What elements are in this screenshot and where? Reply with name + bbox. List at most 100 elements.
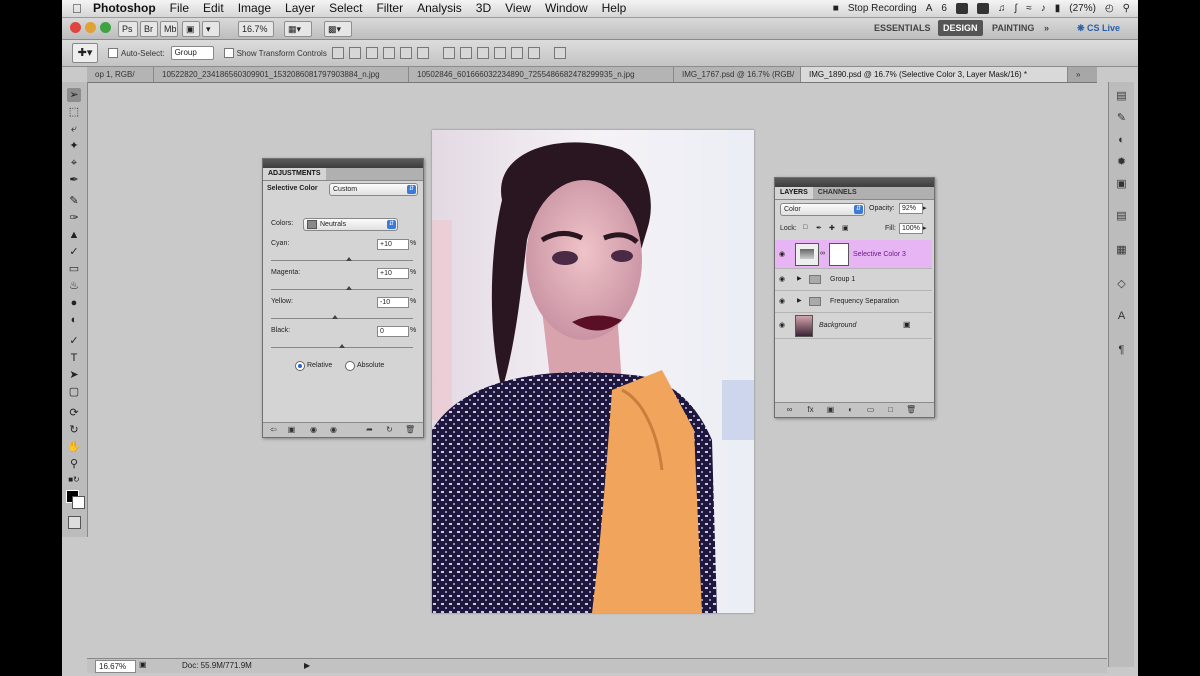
- layers-panel-titlebar[interactable]: [775, 178, 934, 187]
- wifi-icon[interactable]: ≈: [1026, 3, 1032, 14]
- clip-to-layer-icon[interactable]: ◉: [309, 425, 318, 434]
- return-to-list-icon[interactable]: ⇦: [269, 425, 278, 434]
- relative-radio[interactable]: [295, 361, 305, 371]
- zoom-input[interactable]: 16.67%: [95, 660, 136, 673]
- delete-adjustment-icon[interactable]: 🗑: [405, 425, 415, 434]
- lasso-tool-icon[interactable]: ⤶: [67, 122, 81, 136]
- align-top-icon[interactable]: [331, 47, 344, 59]
- blend-mode-dropdown[interactable]: Color ⇵: [780, 203, 865, 216]
- layer-row-background[interactable]: ◉ Background ▣: [775, 312, 932, 339]
- magenta-slider[interactable]: [271, 286, 413, 290]
- distribute-vcenter-icon[interactable]: [459, 47, 472, 59]
- menu-analysis[interactable]: Analysis: [410, 0, 469, 17]
- yellow-input[interactable]: -10: [377, 297, 409, 308]
- black-slider[interactable]: [271, 344, 413, 348]
- new-group-icon[interactable]: ▭: [866, 405, 875, 414]
- brush-tool-icon[interactable]: ✑: [67, 211, 81, 225]
- workspace-essentials[interactable]: ESSENTIALS: [869, 20, 936, 36]
- adjustments-icon[interactable]: ◐: [1115, 134, 1128, 147]
- rectangle-tool-icon[interactable]: ▢: [67, 385, 81, 399]
- cyan-input[interactable]: +10: [377, 239, 409, 250]
- eye-icon[interactable]: ◉: [779, 321, 785, 329]
- cs-live-button[interactable]: ❋ CS Live: [1072, 20, 1125, 36]
- 3d-orbit-tool-icon[interactable]: ↻: [67, 423, 81, 437]
- add-mask-icon[interactable]: ▣: [826, 405, 835, 414]
- adjustments-panel-titlebar[interactable]: [263, 159, 423, 168]
- preset-dropdown[interactable]: Custom ⇵: [329, 183, 418, 196]
- menu-window[interactable]: Window: [538, 0, 595, 17]
- doc-tab-3[interactable]: 10502846_601666032234890_725548668247829…: [409, 67, 674, 82]
- adobe-notification-icon[interactable]: A: [926, 3, 933, 14]
- dodge-tool-icon[interactable]: ◐: [67, 313, 81, 327]
- group-expand-icon[interactable]: ▶: [797, 297, 802, 304]
- lock-image-icon[interactable]: ✒: [816, 224, 822, 232]
- group-expand-icon[interactable]: ▶: [797, 275, 802, 282]
- speaker-icon[interactable]: ♪: [1041, 3, 1046, 14]
- paragraph-icon[interactable]: ¶: [1115, 344, 1128, 357]
- yellow-slider[interactable]: [271, 315, 413, 319]
- visibility-icon[interactable]: ◉: [329, 425, 338, 434]
- quick-selection-tool-icon[interactable]: ✦: [67, 139, 81, 153]
- delete-layer-icon[interactable]: 🗑: [906, 405, 916, 414]
- battery-icon[interactable]: ▮: [1055, 3, 1061, 14]
- hand-tool-icon[interactable]: ✋: [67, 440, 81, 454]
- eye-icon[interactable]: ◉: [779, 250, 785, 258]
- eraser-tool-icon[interactable]: ▭: [67, 262, 81, 276]
- lock-position-icon[interactable]: ✚: [829, 224, 835, 232]
- new-layer-icon[interactable]: □: [886, 405, 895, 414]
- bridge-icon[interactable]: Br: [140, 21, 158, 37]
- layer-row-selective-color[interactable]: ◉ ∞ Selective Color 3: [775, 240, 932, 269]
- align-right-icon[interactable]: [416, 47, 429, 59]
- path-selection-tool-icon[interactable]: ➤: [67, 368, 81, 382]
- menu-photoshop[interactable]: Photoshop: [86, 0, 163, 17]
- mask-link-icon[interactable]: ∞: [820, 250, 825, 257]
- layer-mask-thumbnail[interactable]: [829, 243, 849, 266]
- zoom-window-button[interactable]: [100, 22, 111, 33]
- magenta-input[interactable]: +10: [377, 268, 409, 279]
- distribute-hcenter-icon[interactable]: [510, 47, 523, 59]
- doc-tab-2[interactable]: 10522820_234186560309901_153208608179790…: [154, 67, 409, 82]
- 3d-rotate-tool-icon[interactable]: ⟳: [67, 406, 81, 420]
- type-tool-icon[interactable]: T: [67, 351, 81, 365]
- tab-layers[interactable]: LAYERS: [775, 187, 813, 199]
- pen-tool-icon[interactable]: ✓: [67, 334, 81, 348]
- arrange-documents-icon[interactable]: ▦▾: [284, 21, 312, 37]
- crop-tool-icon[interactable]: ⌖: [67, 156, 81, 170]
- eyedropper-tool-icon[interactable]: ✒: [67, 173, 81, 187]
- link-layers-icon[interactable]: ∞: [785, 405, 794, 414]
- ps-logo-icon[interactable]: Ps: [118, 21, 138, 37]
- menu-image[interactable]: Image: [231, 0, 278, 17]
- distribute-bottom-icon[interactable]: [476, 47, 489, 59]
- move-tool-preset-icon[interactable]: ✚▾: [72, 43, 98, 63]
- lock-transparent-icon[interactable]: □: [803, 224, 807, 231]
- menu-help[interactable]: Help: [595, 0, 634, 17]
- align-hcenter-icon[interactable]: [399, 47, 412, 59]
- align-left-icon[interactable]: [382, 47, 395, 59]
- doc-tab-4[interactable]: IMG_1767.psd @ 16.7% (RGB/: [674, 67, 801, 82]
- bluetooth-icon[interactable]: ∫: [1014, 3, 1017, 14]
- minimize-window-button[interactable]: [85, 22, 96, 33]
- tab-channels[interactable]: CHANNELS: [813, 187, 862, 199]
- clock-icon[interactable]: ◴: [1105, 3, 1114, 14]
- mini-bridge-icon[interactable]: Mb: [160, 21, 178, 37]
- eye-icon[interactable]: ◉: [779, 275, 785, 283]
- marquee-tool-icon[interactable]: ⬚: [67, 105, 81, 119]
- magenta-slider-thumb[interactable]: [346, 286, 353, 290]
- clone-stamp-tool-icon[interactable]: ▲: [67, 228, 81, 242]
- blur-tool-icon[interactable]: ●: [67, 296, 81, 310]
- stop-recording-icon[interactable]: ■: [833, 3, 839, 14]
- reset-icon[interactable]: ↻: [385, 425, 394, 434]
- colors-dropdown[interactable]: Neutrals ⇵: [303, 218, 398, 231]
- paint-bucket-tool-icon[interactable]: ♨: [67, 279, 81, 293]
- histogram-icon[interactable]: ▤: [1115, 90, 1128, 103]
- menu-filter[interactable]: Filter: [369, 0, 410, 17]
- menu-layer[interactable]: Layer: [278, 0, 322, 17]
- auto-align-icon[interactable]: [553, 47, 566, 59]
- healing-brush-tool-icon[interactable]: ✎: [67, 194, 81, 208]
- view-extras-icon[interactable]: ▣: [182, 21, 200, 37]
- background-color-swatch[interactable]: [72, 496, 85, 509]
- styles-icon[interactable]: ✹: [1115, 156, 1128, 169]
- fill-slider-icon[interactable]: ▸: [923, 224, 927, 232]
- doc-tab-active[interactable]: IMG_1890.psd @ 16.7% (Selective Color 3,…: [801, 67, 1068, 82]
- expanded-view-icon[interactable]: ▣: [287, 425, 296, 434]
